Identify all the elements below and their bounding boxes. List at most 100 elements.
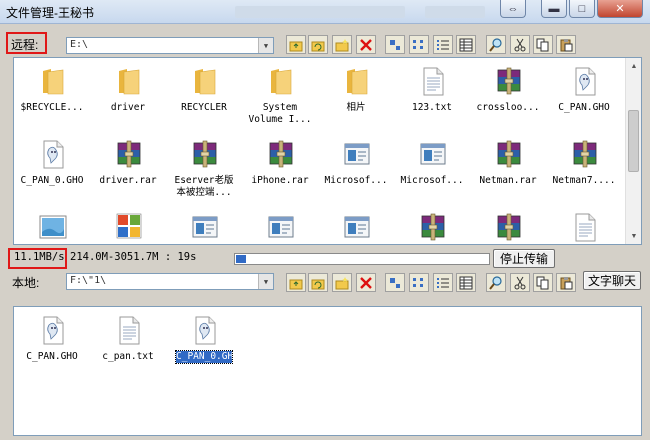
file-item[interactable]: c_pan.txt: [90, 315, 166, 379]
file-item[interactable]: [394, 212, 470, 244]
folder-icon: [267, 66, 295, 96]
restore-icon[interactable]: ⇔: [500, 0, 526, 18]
text-chat-button[interactable]: 文字聊天: [583, 271, 641, 290]
refresh-icon[interactable]: [308, 35, 328, 54]
ghost-file-icon: [571, 66, 599, 96]
file-item[interactable]: Microsof...: [318, 139, 394, 203]
file-item[interactable]: Microsof...: [394, 139, 470, 203]
rar-archive-icon: [495, 66, 523, 96]
search-icon[interactable]: [486, 273, 506, 292]
rar-archive-icon: [495, 139, 523, 169]
minimize-button[interactable]: ▬: [541, 0, 567, 18]
installer-icon: [343, 212, 371, 242]
small-icons-view-icon[interactable]: [409, 35, 429, 54]
list-view-icon[interactable]: [433, 35, 453, 54]
rar-archive-icon: [267, 139, 295, 169]
file-item[interactable]: [166, 212, 242, 244]
rar-archive-icon: [571, 139, 599, 169]
copy-icon[interactable]: [533, 273, 553, 292]
file-item[interactable]: [470, 212, 546, 244]
file-name: Microsof...: [324, 175, 388, 186]
file-item[interactable]: crossloo...: [470, 66, 546, 130]
file-item[interactable]: $RECYCLE...: [14, 66, 90, 130]
rar-archive-icon: [419, 212, 447, 242]
file-item[interactable]: 123.txt: [394, 66, 470, 130]
maximize-button[interactable]: □: [569, 0, 595, 18]
file-item[interactable]: [242, 212, 318, 244]
up-folder-icon[interactable]: [286, 35, 306, 54]
file-item[interactable]: driver: [90, 66, 166, 130]
new-folder-icon[interactable]: [332, 35, 352, 54]
rar-archive-icon: [495, 212, 523, 242]
file-item[interactable]: iPhone.rar: [242, 139, 318, 203]
file-item[interactable]: driver.rar: [90, 139, 166, 203]
file-item[interactable]: C_PAN.GHO: [546, 66, 622, 130]
scroll-up-icon[interactable]: ▲: [626, 58, 641, 74]
folder-icon: [343, 66, 371, 96]
file-item[interactable]: C_PAN.GHO: [14, 315, 90, 379]
local-toolbar: 本地: F:\"1\ ▼ 文字聊天: [0, 270, 650, 294]
file-name: C_PAN.GHO: [558, 102, 610, 113]
copy-icon[interactable]: [533, 35, 553, 54]
stop-transfer-button[interactable]: 停止传输: [493, 249, 555, 268]
search-icon[interactable]: [486, 35, 506, 54]
large-icons-view-icon[interactable]: [385, 35, 405, 54]
remote-path-value: E:\: [70, 39, 89, 50]
file-item[interactable]: [546, 212, 622, 244]
local-file-pane[interactable]: C_PAN.GHO c_pan.txt C_PAN_0.GHO: [13, 306, 642, 436]
file-item[interactable]: 相片: [318, 66, 394, 130]
remote-file-pane[interactable]: ▲ ▼ $RECYCLE... driver RECYCLER System Volu…: [13, 57, 642, 245]
large-icons-view-icon[interactable]: [385, 273, 405, 292]
file-item[interactable]: [318, 212, 394, 244]
file-item[interactable]: [14, 212, 90, 244]
file-name: c_pan.txt: [102, 351, 154, 362]
local-label: 本地:: [12, 276, 40, 290]
file-name: 123.txt: [411, 102, 453, 113]
file-item[interactable]: Eserver老版 本被控端...: [166, 139, 242, 203]
file-item[interactable]: C_PAN_0.GHO: [14, 139, 90, 203]
rar-archive-icon: [115, 139, 143, 169]
file-name: Netman.rar: [479, 175, 537, 186]
chevron-down-icon[interactable]: ▼: [258, 274, 273, 289]
paste-icon[interactable]: [556, 35, 576, 54]
up-folder-icon[interactable]: [286, 273, 306, 292]
cut-icon[interactable]: [510, 35, 530, 54]
local-path-combo[interactable]: F:\"1\ ▼: [66, 273, 274, 290]
remote-path-combo[interactable]: E:\ ▼: [66, 37, 274, 54]
file-name: C_PAN_0.GHO: [175, 350, 239, 364]
delete-icon[interactable]: [356, 35, 376, 54]
chevron-down-icon[interactable]: ▼: [258, 38, 273, 53]
file-item[interactable]: System Volume I...: [242, 66, 318, 130]
file-name: driver.rar: [99, 175, 157, 186]
folder-icon: [39, 66, 67, 96]
text-file-icon: [419, 66, 447, 96]
ghost-file-icon: [39, 315, 67, 345]
remote-scrollbar[interactable]: ▲ ▼: [625, 58, 641, 244]
file-item[interactable]: [90, 212, 166, 244]
remote-toolbar: 远程: E:\ ▼: [0, 32, 650, 56]
office-icon: [115, 212, 143, 242]
cut-icon[interactable]: [510, 273, 530, 292]
installer-icon: [191, 212, 219, 242]
file-item[interactable]: RECYCLER: [166, 66, 242, 130]
remote-label: 远程:: [11, 38, 39, 52]
details-view-icon[interactable]: [456, 35, 476, 54]
file-item[interactable]: Netman7....: [546, 139, 622, 203]
delete-icon[interactable]: [356, 273, 376, 292]
installer-icon: [419, 139, 447, 169]
scroll-thumb[interactable]: [628, 110, 639, 172]
paste-icon[interactable]: [556, 273, 576, 292]
list-view-icon[interactable]: [433, 273, 453, 292]
file-name: $RECYCLE...: [20, 102, 84, 113]
scroll-down-icon[interactable]: ▼: [626, 228, 641, 244]
new-folder-icon[interactable]: [332, 273, 352, 292]
close-button[interactable]: ✕: [597, 0, 643, 18]
details-view-icon[interactable]: [456, 273, 476, 292]
file-item[interactable]: Netman.rar: [470, 139, 546, 203]
folder-icon: [191, 66, 219, 96]
file-item[interactable]: C_PAN_0.GHO: [166, 315, 242, 379]
small-icons-view-icon[interactable]: [409, 273, 429, 292]
file-name: driver: [110, 102, 146, 113]
title-bar-blur: [235, 6, 405, 18]
refresh-icon[interactable]: [308, 273, 328, 292]
